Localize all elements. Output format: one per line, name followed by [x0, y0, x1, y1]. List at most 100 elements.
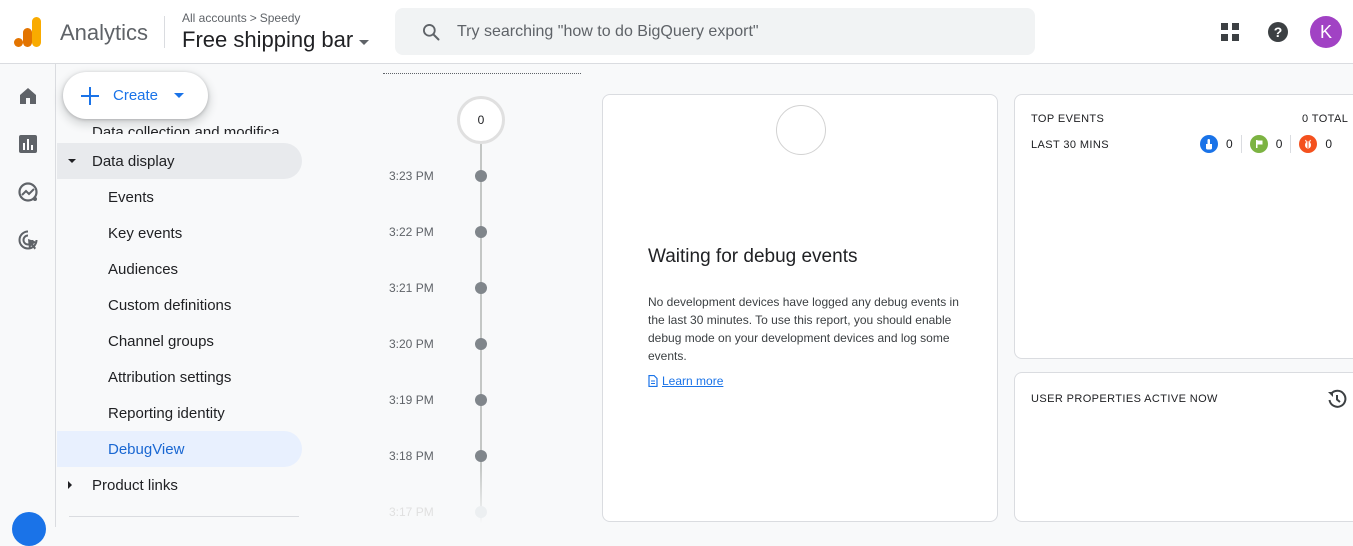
top-events-card: TOP EVENTS 0 TOTAL LAST 30 MINS 0 0 0: [1014, 94, 1353, 359]
nav-item-data-display[interactable]: Data display: [57, 143, 302, 179]
nav-item-events[interactable]: Events: [57, 179, 302, 215]
empty-state-title: Waiting for debug events: [648, 246, 858, 267]
minute-dot[interactable]: [475, 282, 487, 294]
bug-icon: [1299, 135, 1318, 153]
timeline-minute[interactable]: 3:22 PM: [375, 222, 600, 242]
minute-dot[interactable]: [475, 338, 487, 350]
document-icon: [648, 375, 658, 387]
nav-item-label: Custom definitions: [108, 296, 232, 314]
top-events-title: TOP EVENTS: [1031, 113, 1105, 125]
create-label: Create: [113, 87, 159, 104]
user-properties-card: USER PROPERTIES ACTIVE NOW: [1014, 372, 1353, 522]
top-app-bar: Analytics All accounts > Speedy Free shi…: [0, 0, 1353, 64]
minute-dot[interactable]: [475, 226, 487, 238]
breadcrumb-account[interactable]: All accounts: [182, 11, 247, 25]
caret-right-icon: [68, 481, 72, 489]
caret-down-icon: [68, 159, 76, 163]
nav-item-reporting-identity[interactable]: Reporting identity: [57, 395, 302, 431]
event-count-value: 0: [1275, 137, 1283, 151]
apps-grid-icon[interactable]: [1218, 20, 1242, 44]
header-divider: [164, 16, 165, 48]
property-name: Free shipping bar: [182, 27, 354, 52]
minute-dot[interactable]: [475, 394, 487, 406]
nav-item-attribution-settings[interactable]: Attribution settings: [57, 359, 302, 395]
help-icon[interactable]: ?: [1266, 20, 1290, 44]
create-button[interactable]: Create: [63, 72, 208, 119]
nav-item-custom-definitions[interactable]: Custom definitions: [57, 287, 302, 323]
nav-item-debugview[interactable]: DebugView: [57, 431, 302, 467]
minute-dot[interactable]: [475, 170, 487, 182]
reports-icon[interactable]: [16, 132, 40, 156]
analytics-logo-icon[interactable]: [14, 17, 42, 47]
minute-dot[interactable]: [475, 450, 487, 462]
nav-item-label: Data display: [92, 152, 175, 170]
minute-label: 3:22 PM: [389, 225, 434, 239]
nav-item-label: DebugView: [108, 440, 185, 458]
nav-item-channel-groups[interactable]: Channel groups: [57, 323, 302, 359]
event-count-value: 0: [1226, 137, 1233, 151]
nav-item-label: Attribution settings: [108, 368, 232, 386]
timeline-minute[interactable]: 3:18 PM: [375, 446, 600, 466]
top-events-total: 0 TOTAL: [1302, 113, 1349, 125]
seconds-stream-card: Waiting for debug events No development …: [602, 94, 998, 522]
minute-label: 3:23 PM: [389, 169, 434, 183]
nav-item-label: Reporting identity: [108, 404, 225, 422]
chevron-down-icon: [174, 93, 185, 98]
advertising-icon[interactable]: [16, 228, 40, 252]
minute-label: 3:20 PM: [389, 337, 434, 351]
top-events-period: LAST 30 MINS: [1031, 139, 1109, 151]
breadcrumb-separator-icon: >: [249, 11, 257, 25]
admin-nav: Create Data collection and modifica... D…: [57, 64, 373, 527]
nav-item-label: Data collection and modifica...: [92, 124, 293, 134]
flag-icon: [1249, 135, 1268, 153]
nav-item-label: Events: [108, 188, 154, 206]
chevron-down-icon: [359, 39, 370, 45]
timeline-minute[interactable]: 3:21 PM: [375, 278, 600, 298]
nav-item-label: Key events: [108, 224, 183, 242]
debug-timeline: 0 3:23 PM 3:22 PM 3:21 PM 3:20 PM 3:19 P…: [375, 64, 600, 527]
nav-item-label: Channel groups: [108, 332, 214, 350]
nav-divider: [69, 516, 299, 517]
timeline-minute[interactable]: 3:19 PM: [375, 390, 600, 410]
minute-label: 3:18 PM: [389, 449, 434, 463]
timeline-minute[interactable]: 3:23 PM: [375, 166, 600, 186]
left-rail: [0, 64, 56, 546]
search-icon: [423, 23, 440, 40]
timeline-minute[interactable]: 3:20 PM: [375, 334, 600, 354]
seconds-counter: 0: [456, 95, 506, 194]
event-count-touch: 0: [1200, 135, 1241, 153]
event-type-counts: 0 0 0: [1200, 135, 1340, 153]
svg-text:?: ?: [1274, 24, 1283, 40]
event-count-value: 0: [1325, 137, 1333, 151]
learn-more-link[interactable]: Learn more: [648, 374, 723, 388]
breadcrumb-property[interactable]: Speedy: [260, 11, 301, 25]
history-icon[interactable]: [1327, 389, 1347, 409]
nav-item-label: Audiences: [108, 260, 179, 278]
timeline-divider: [383, 73, 581, 74]
search-input[interactable]: [457, 22, 997, 41]
search-bar[interactable]: [395, 8, 1035, 55]
event-count-conversion: 0: [1240, 135, 1291, 153]
counter-value: 0: [477, 113, 485, 127]
minute-label: 3:21 PM: [389, 281, 434, 295]
admin-gear-icon[interactable]: [12, 512, 46, 546]
home-icon[interactable]: [16, 84, 40, 108]
touch-icon: [1200, 135, 1218, 153]
nav-item-product-links[interactable]: Product links: [57, 467, 302, 503]
property-selector[interactable]: Free shipping bar: [182, 27, 370, 53]
plus-icon: [81, 86, 99, 105]
breadcrumb[interactable]: All accounts > Speedy: [182, 11, 300, 25]
learn-more-label: Learn more: [662, 374, 724, 388]
empty-state-description: No development devices have logged any d…: [648, 295, 959, 363]
event-count-error: 0: [1290, 135, 1340, 153]
nav-item-label: Product links: [92, 476, 178, 494]
nav-item-key-events[interactable]: Key events: [57, 215, 302, 251]
empty-seconds-ring: [776, 105, 826, 155]
timeline-minute[interactable]: 3:17 PM: [375, 502, 600, 522]
nav-item-audiences[interactable]: Audiences: [57, 251, 302, 287]
account-avatar[interactable]: K: [1310, 16, 1342, 48]
explore-icon[interactable]: [16, 180, 40, 204]
minute-label: 3:19 PM: [389, 393, 434, 407]
minute-label: 3:17 PM: [389, 505, 434, 519]
minute-dot[interactable]: [475, 506, 487, 518]
